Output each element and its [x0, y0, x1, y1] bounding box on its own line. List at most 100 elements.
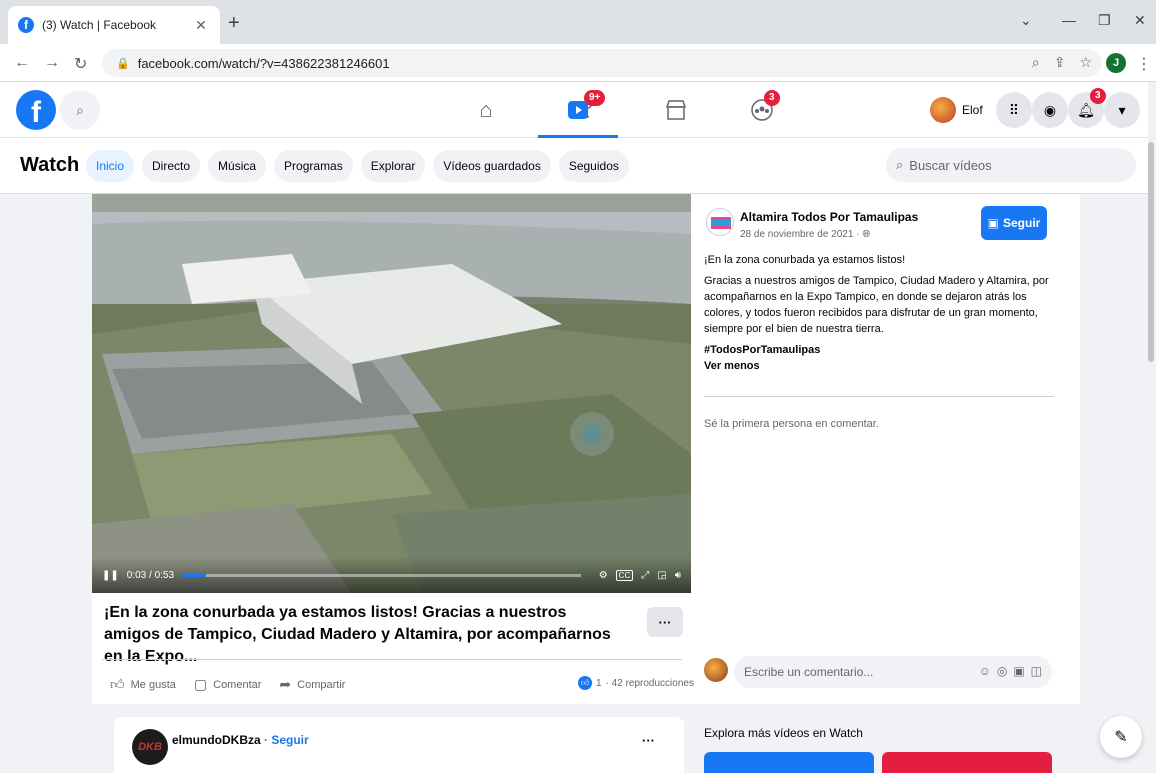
comment-button[interactable]: ▢ Comentar — [194, 676, 262, 693]
forward-icon[interactable]: → — [44, 54, 60, 72]
tab-search-icon[interactable]: ⌄ — [1020, 12, 1032, 29]
share-label: Compartir — [297, 678, 346, 691]
compose-message-icon[interactable]: ✎ — [1100, 716, 1142, 758]
post-date-text: 28 de noviembre de 2021 · — [740, 229, 863, 240]
close-window-icon[interactable]: ✕ — [1134, 12, 1146, 29]
search-icon: ⌕ — [896, 157, 904, 172]
reload-icon[interactable]: ↻ — [74, 54, 87, 74]
volume-icon[interactable]: 🔊︎ — [675, 570, 681, 581]
see-less-link[interactable]: Ver menos — [704, 358, 1054, 374]
miniplayer-icon[interactable]: ◲ — [657, 570, 666, 581]
tab-explorar[interactable]: Explorar — [360, 150, 426, 182]
profile-chip[interactable]: Elof — [930, 94, 983, 126]
new-tab-icon[interactable]: + — [228, 13, 240, 33]
divider — [102, 659, 682, 660]
lock-icon: 🔒 — [116, 57, 130, 70]
follow-icon: ▣ — [987, 216, 999, 230]
restore-icon[interactable]: ❐ — [1098, 12, 1111, 29]
next-post-more-icon[interactable]: ··· — [642, 733, 655, 748]
back-icon[interactable]: ← — [14, 54, 30, 72]
comment-label: Comentar — [213, 678, 262, 691]
pause-icon[interactable]: ❚❚ — [102, 570, 119, 581]
next-post-author: elmundoDKBza · Seguir — [172, 733, 309, 747]
account-dropdown-icon[interactable]: ▾ — [1104, 92, 1140, 128]
marketplace-icon[interactable] — [656, 92, 696, 128]
video-progress-fill — [182, 573, 206, 577]
explore-red-button[interactable] — [882, 752, 1052, 773]
like-button[interactable]: 👍︎ Me gusta — [110, 676, 176, 693]
emoji-icon[interactable]: ☺ — [979, 664, 991, 678]
tab-directo[interactable]: Directo — [142, 150, 201, 182]
commenter-avatar — [704, 658, 728, 682]
bookmark-star-icon[interactable]: ☆ — [1079, 54, 1092, 71]
share-arrow-icon: ➦ — [279, 676, 292, 692]
video-time: 0:03 / 0:53 — [126, 569, 175, 581]
like-count: 1 — [596, 677, 602, 689]
profile-name: Elof — [962, 103, 983, 117]
post-line-1: ¡En la zona conurbada ya estamos listos! — [704, 254, 906, 266]
messenger-icon[interactable]: ◉ — [1032, 92, 1068, 128]
post-text: ¡En la zona conurbada ya estamos listos!… — [704, 252, 1054, 374]
browser-menu-icon[interactable]: ⋮ — [1136, 54, 1152, 74]
like-reaction-icon: 👍︎ — [578, 676, 592, 690]
tab-musica[interactable]: Música — [208, 150, 267, 182]
sticker-icon[interactable]: ◫ — [1031, 664, 1042, 678]
video-post-card: ❚❚ 0:03 / 0:53 ⚙ CC ⤢ ◲ 🔊︎ ¡En la zona c… — [92, 194, 1080, 704]
browser-tab-bar: f (3) Watch | Facebook ✕ + ⌄ — ❐ ✕ — [0, 0, 1156, 44]
tab-seguidos[interactable]: Seguidos — [558, 150, 629, 182]
tab-programas[interactable]: Programas — [274, 150, 353, 182]
facebook-header: f ⌕ ⌂ 9+ 3 Elof ⠿ ◉ 🔔︎ 3 ▾ — [0, 82, 1156, 138]
explore-title: Explora más vídeos en Watch — [704, 726, 863, 740]
video-search-placeholder: Buscar vídeos — [909, 157, 992, 173]
explore-blue-button[interactable] — [704, 752, 874, 773]
comment-input[interactable]: Escribe un comentario... ☺ ◎ ▣ ◫ — [734, 656, 1052, 688]
fullscreen-icon[interactable]: ⤢ — [641, 570, 649, 581]
watch-badge: 9+ — [584, 90, 606, 106]
groups-badge: 3 — [764, 90, 780, 106]
zoom-icon[interactable]: ⌕ — [1032, 54, 1040, 71]
comment-bubble-icon: ▢ — [193, 676, 208, 692]
scroll-thumb[interactable] — [1148, 142, 1154, 362]
page-name-link[interactable]: Altamira Todos Por Tamaulipas — [740, 210, 918, 224]
captions-icon[interactable]: CC — [615, 569, 634, 581]
post-body: Gracias a nuestros amigos de Tampico, Ci… — [704, 275, 1049, 335]
video-player[interactable]: ❚❚ 0:03 / 0:53 ⚙ CC ⤢ ◲ 🔊︎ — [92, 194, 691, 593]
post-date[interactable]: 28 de noviembre de 2021 · 🌐︎ — [740, 229, 870, 240]
share-icon[interactable]: ⇪ — [1054, 54, 1066, 71]
facebook-logo-icon[interactable]: f — [16, 90, 56, 130]
next-video-card: DKB elmundoDKBza · Seguir ··· — [114, 717, 684, 773]
tab-videos-guardados[interactable]: Vídeos guardados — [433, 150, 551, 182]
facebook-search-icon[interactable]: ⌕ — [60, 90, 100, 130]
address-field[interactable]: 🔒 facebook.com/watch/?v=438622381246601 … — [102, 49, 1102, 77]
post-details-panel: Altamira Todos Por Tamaulipas 28 de novi… — [704, 194, 1080, 704]
more-options-button[interactable]: ··· — [647, 607, 683, 637]
follow-button[interactable]: ▣ Seguir — [981, 206, 1047, 240]
settings-gear-icon[interactable]: ⚙ — [599, 570, 608, 581]
browser-profile-avatar[interactable]: J — [1106, 53, 1126, 73]
next-post-author-name[interactable]: elmundoDKBza — [172, 733, 261, 747]
menu-grid-icon[interactable]: ⠿ — [996, 92, 1032, 128]
tab-close-icon[interactable]: ✕ — [192, 17, 210, 34]
browser-tab[interactable]: f (3) Watch | Facebook ✕ — [8, 6, 220, 44]
page-scrollbar[interactable] — [1148, 82, 1156, 773]
watch-title: Watch — [20, 154, 80, 176]
camera-icon[interactable]: ◎ — [997, 664, 1007, 678]
video-search-input[interactable]: ⌕ Buscar vídeos — [886, 148, 1136, 182]
gif-icon[interactable]: ▣ — [1013, 664, 1024, 678]
follow-label: Seguir — [1003, 216, 1041, 230]
next-post-avatar[interactable]: DKB — [132, 729, 168, 765]
tab-inicio[interactable]: Inicio — [86, 150, 135, 182]
watch-subnav: Watch Inicio Directo Música Programas Ex… — [0, 138, 1148, 194]
comment-placeholder: Escribe un comentario... — [744, 665, 874, 679]
video-progress-bar[interactable] — [182, 573, 581, 577]
page-avatar[interactable] — [706, 208, 734, 236]
hashtag-link[interactable]: #TodosPorTamaulipas — [704, 342, 1054, 358]
no-comments-text: Sé la primera persona en comentar. — [704, 418, 879, 430]
minimize-icon[interactable]: — — [1062, 12, 1076, 28]
share-button[interactable]: ➦ Compartir — [279, 676, 345, 693]
reactions-and-views[interactable]: 👍︎ 1 · 42 reproducciones — [578, 676, 694, 690]
home-icon[interactable]: ⌂ — [466, 92, 506, 128]
tab-title: (3) Watch | Facebook — [42, 18, 157, 32]
watch-tabs: Inicio Directo Música Programas Explorar… — [86, 150, 629, 182]
next-post-follow-link[interactable]: · Seguir — [261, 733, 309, 747]
